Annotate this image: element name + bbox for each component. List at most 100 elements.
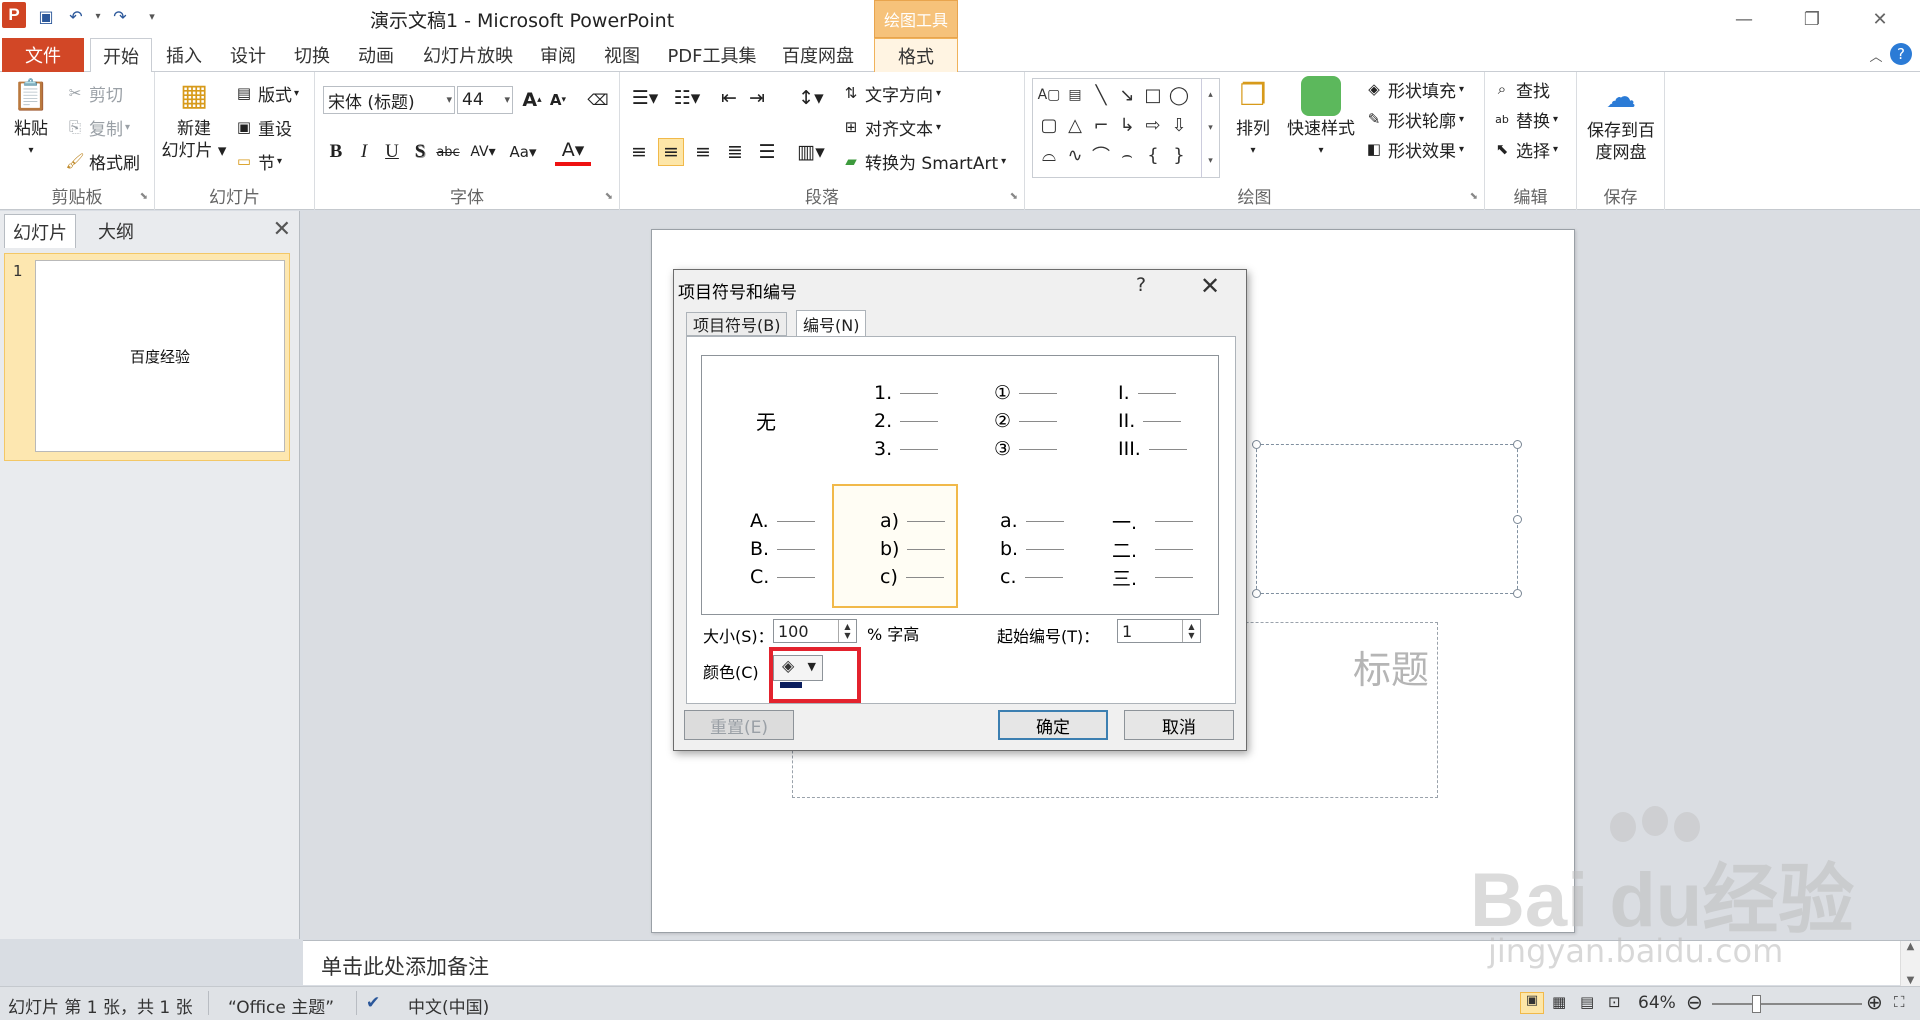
- language-status[interactable]: 中文(中国): [408, 993, 489, 1018]
- change-case-icon[interactable]: Aa▾: [505, 138, 541, 166]
- scribble-shape-icon[interactable]: ∿: [1063, 143, 1087, 167]
- ok-button[interactable]: 确定: [998, 710, 1108, 740]
- normal-view-icon[interactable]: ▣: [1520, 992, 1544, 1014]
- line-shape-icon[interactable]: ╲: [1089, 83, 1113, 107]
- numbering-option-upper-alpha[interactable]: A. B. C.: [704, 488, 830, 612]
- restore-icon[interactable]: ❐: [1794, 6, 1830, 32]
- line-spacing-icon[interactable]: ↕▾: [792, 84, 830, 112]
- elbow-arrow-shape-icon[interactable]: ↳: [1115, 113, 1139, 137]
- right-brace-shape-icon[interactable]: }: [1167, 143, 1191, 167]
- font-size-combo[interactable]: 44 ▾: [457, 86, 513, 114]
- oval-shape-icon[interactable]: ◯: [1167, 83, 1191, 107]
- resize-handle[interactable]: [1513, 589, 1522, 598]
- tab-transitions[interactable]: 切换: [286, 38, 338, 72]
- numbering-option-circled[interactable]: ① ② ③: [960, 358, 1086, 482]
- bullets-icon[interactable]: ☰▾: [626, 84, 664, 112]
- shape-effects-button[interactable]: ◧ 形状效果 ▾: [1363, 136, 1464, 162]
- tab-home[interactable]: 开始: [90, 38, 152, 73]
- triangle-shape-icon[interactable]: △: [1063, 113, 1087, 137]
- paste-button[interactable]: 📋 粘贴 ▾: [6, 76, 56, 162]
- font-name-combo[interactable]: 宋体 (标题) ▾: [323, 86, 455, 114]
- start-spin-arrows[interactable]: ▲ ▼: [1182, 620, 1200, 642]
- elbow-connector-shape-icon[interactable]: ⌐: [1089, 113, 1113, 137]
- powerpoint-logo-icon[interactable]: P: [2, 2, 26, 28]
- grow-font-icon[interactable]: A ▴: [519, 86, 545, 114]
- drawing-launcher-icon[interactable]: ⬊: [1470, 191, 1478, 202]
- resize-handle[interactable]: [1513, 515, 1522, 524]
- increase-indent-icon[interactable]: ⇥: [744, 84, 770, 112]
- section-button[interactable]: ▭ 节 ▾: [233, 148, 282, 174]
- new-slide-button[interactable]: ▦ 新建 幻灯片 ▾: [161, 76, 227, 162]
- strikethrough-icon[interactable]: abc: [435, 138, 461, 166]
- fit-to-window-icon[interactable]: ⛶: [1894, 993, 1905, 1011]
- numbering-option-lower-alpha[interactable]: a. b. c.: [960, 488, 1086, 612]
- zoom-level[interactable]: 64%: [1638, 993, 1676, 1013]
- numbering-option-lower-alpha-paren[interactable]: a) b) c): [832, 484, 958, 608]
- tab-baidu-netdisk[interactable]: 百度网盘: [776, 38, 860, 72]
- justify-icon[interactable]: ≣: [722, 138, 748, 166]
- undo-dropdown-icon[interactable]: ▾: [86, 4, 110, 28]
- save-to-baidu-button[interactable]: ☁ 保存到百 度网盘: [1581, 78, 1661, 164]
- tab-insert[interactable]: 插入: [158, 38, 210, 72]
- numbering-option-arabic[interactable]: 1. 2. 3.: [832, 358, 958, 482]
- save-icon[interactable]: ▣: [34, 4, 58, 28]
- reading-view-icon[interactable]: ▤: [1580, 993, 1594, 1011]
- arrow-line-shape-icon[interactable]: ↘: [1115, 83, 1139, 107]
- tab-design[interactable]: 设计: [222, 38, 274, 72]
- tab-slides-pane[interactable]: 幻灯片: [4, 214, 76, 248]
- tab-numbering[interactable]: 编号(N): [796, 310, 867, 337]
- smartart-button[interactable]: ▰ 转换为 SmartArt ▾: [840, 148, 1006, 174]
- theme-status[interactable]: “Office 主题”: [228, 993, 334, 1018]
- replace-button[interactable]: ab 替换 ▾: [1491, 106, 1558, 132]
- freeform-shape-icon[interactable]: ⌓: [1037, 143, 1061, 167]
- slide-sorter-icon[interactable]: ▦: [1552, 993, 1566, 1011]
- numbering-option-none[interactable]: 无: [704, 358, 830, 482]
- align-text-button[interactable]: ⊞ 对齐文本 ▾: [840, 114, 941, 140]
- clear-format-icon[interactable]: ⌫: [585, 86, 611, 114]
- curve-shape-icon[interactable]: ⌢: [1115, 143, 1139, 167]
- dialog-close-icon[interactable]: ✕: [1200, 272, 1220, 300]
- notes-placeholder[interactable]: 单击此处添加备注: [321, 951, 489, 981]
- resize-handle[interactable]: [1252, 589, 1261, 598]
- align-left-icon[interactable]: ≡: [626, 138, 652, 166]
- bold-icon[interactable]: B: [323, 138, 349, 166]
- align-right-icon[interactable]: ≡: [690, 138, 716, 166]
- down-arrow-shape-icon[interactable]: ⇩: [1167, 113, 1191, 137]
- arrange-button[interactable]: ❐ 排列 ▾: [1225, 76, 1281, 162]
- right-arrow-shape-icon[interactable]: ⇨: [1141, 113, 1165, 137]
- spellcheck-icon[interactable]: ✔: [366, 993, 380, 1013]
- textbox-shape-icon[interactable]: A▢: [1037, 83, 1061, 107]
- shapes-gallery[interactable]: A▢ ▤ ╲ ↘ □ ◯ ▢ △ ⌐ ↳ ⇨ ⇩ ⌓ ∿ ⌒ ⌢ { } ▴ ▾ ▾: [1032, 78, 1220, 178]
- redo-icon[interactable]: ↷: [108, 4, 132, 28]
- resize-handle[interactable]: [1252, 440, 1261, 449]
- zoom-slider-thumb[interactable]: [1752, 995, 1761, 1013]
- collapse-ribbon-icon[interactable]: ︿: [1864, 43, 1888, 67]
- select-button[interactable]: ⬉ 选择 ▾: [1491, 136, 1558, 162]
- zoom-in-icon[interactable]: ⊕: [1866, 990, 1883, 1014]
- tab-view[interactable]: 视图: [596, 38, 648, 72]
- layout-button[interactable]: ▤ 版式 ▾: [233, 80, 299, 106]
- cancel-button[interactable]: 取消: [1124, 710, 1234, 740]
- numbering-option-chinese[interactable]: 一. 二. 三.: [1088, 488, 1214, 612]
- title-placeholder[interactable]: [1252, 440, 1522, 598]
- arc-shape-icon[interactable]: ⌒: [1089, 143, 1113, 167]
- slide-thumbnail[interactable]: 百度经验: [35, 260, 285, 452]
- minimize-icon[interactable]: —: [1726, 6, 1762, 32]
- help-icon[interactable]: ?: [1890, 43, 1912, 65]
- font-launcher-icon[interactable]: ⬊: [605, 191, 613, 202]
- tab-bullets[interactable]: 项目符号(B): [686, 312, 788, 336]
- slideshow-icon[interactable]: ⊡: [1608, 993, 1621, 1011]
- rounded-rect-shape-icon[interactable]: ▢: [1037, 113, 1061, 137]
- align-center-icon[interactable]: ≡: [658, 138, 684, 166]
- reset-dialog-button[interactable]: 重置(E): [684, 710, 794, 740]
- find-button[interactable]: ⌕ 查找: [1491, 76, 1550, 102]
- tab-file[interactable]: 文件: [2, 38, 84, 72]
- text-direction-button[interactable]: ⇅ 文字方向 ▾: [840, 80, 941, 106]
- shapes-gallery-scroll[interactable]: ▴ ▾ ▾: [1201, 79, 1219, 177]
- dialog-help-icon[interactable]: ?: [1136, 274, 1146, 296]
- numbering-option-roman[interactable]: I. II. III.: [1088, 358, 1214, 482]
- copy-button[interactable]: ⎘ 复制 ▾: [64, 114, 130, 140]
- italic-icon[interactable]: I: [351, 138, 377, 166]
- tab-pdf-tools[interactable]: PDF工具集: [660, 38, 764, 72]
- size-spin-arrows[interactable]: ▲ ▼: [838, 620, 856, 642]
